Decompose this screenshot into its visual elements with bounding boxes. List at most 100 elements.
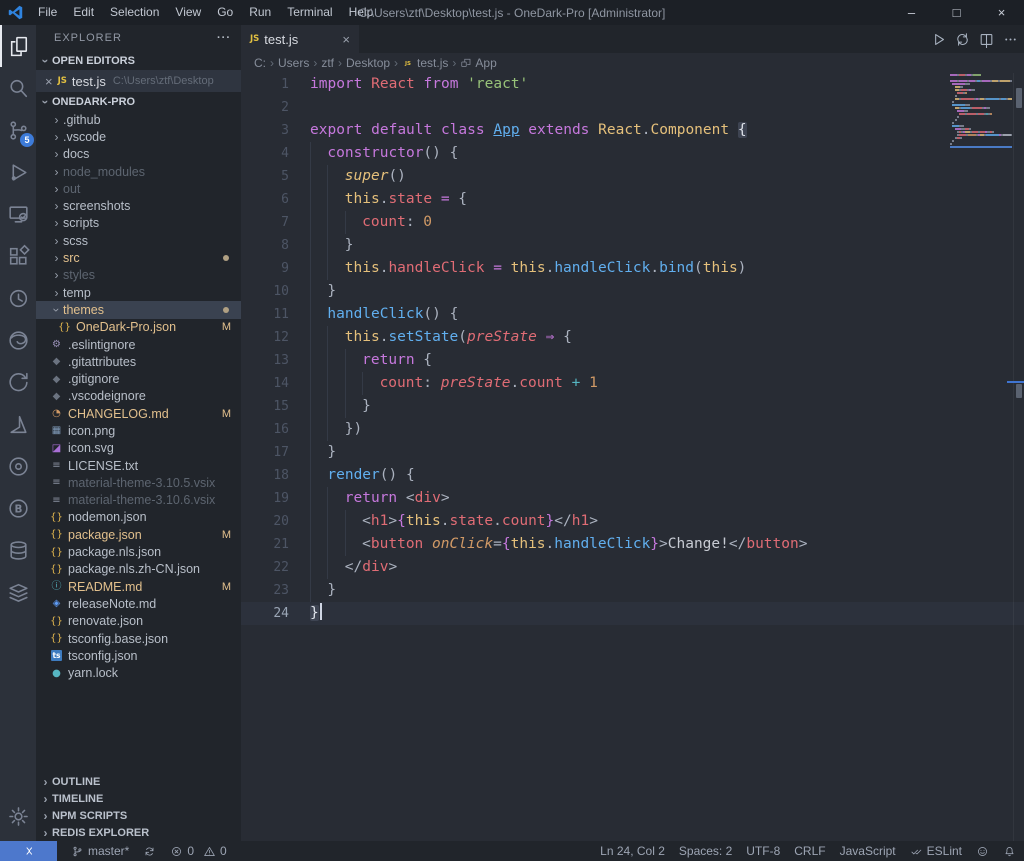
breadcrumb-item-ztf[interactable]: ztf (321, 56, 334, 70)
breadcrumb-item-test-js[interactable]: JStest.js (402, 56, 448, 70)
git-branch[interactable]: master* (71, 844, 129, 858)
menu-help[interactable]: Help (341, 5, 382, 19)
database-icon[interactable] (0, 529, 36, 571)
sync-changes[interactable] (143, 845, 156, 858)
redo-arrow-icon[interactable] (0, 361, 36, 403)
line-number[interactable]: 14 (241, 372, 310, 395)
menu-run[interactable]: Run (241, 5, 279, 19)
run-or-debug-icon[interactable] (954, 31, 971, 48)
more-actions-icon[interactable] (1002, 31, 1019, 48)
file-package-nls-json[interactable]: {}package.nls.json (36, 543, 241, 560)
extensions-icon[interactable] (0, 235, 36, 277)
code-editor[interactable]: 1import React from 'react'23export defau… (241, 73, 1024, 625)
file-package-nls-zh-cn-json[interactable]: {}package.nls.zh-CN.json (36, 561, 241, 578)
remote-explorer-icon[interactable] (0, 193, 36, 235)
line-number[interactable]: 13 (241, 349, 310, 372)
file-package-json[interactable]: {}package.jsonM (36, 526, 241, 543)
line-number[interactable]: 4 (241, 142, 310, 165)
minimap-slider[interactable] (1016, 88, 1022, 108)
redis-layers-icon[interactable] (0, 571, 36, 613)
line-number[interactable]: 23 (241, 579, 310, 602)
open-editors-section[interactable]: › OPEN EDITORS (36, 51, 241, 70)
minimize-button[interactable]: – (889, 0, 934, 25)
maximize-button[interactable]: □ (934, 0, 979, 25)
line-number[interactable]: 15 (241, 395, 310, 418)
language-mode[interactable]: JavaScript (840, 844, 896, 858)
line-number[interactable]: 3 (241, 119, 310, 142)
coin-icon[interactable]: B (0, 487, 36, 529)
eol-sequence[interactable]: CRLF (794, 844, 825, 858)
section-outline[interactable]: ›OUTLINE (36, 773, 241, 790)
file-tsconfig-base-json[interactable]: {}tsconfig.base.json (36, 630, 241, 647)
edge-browser-icon[interactable] (0, 319, 36, 361)
file-yarn-lock[interactable]: ●yarn.lock (36, 665, 241, 682)
close-icon[interactable]: × (45, 74, 53, 89)
file-material-theme-3-10-6-vsix[interactable]: ≡material-theme-3.10.6.vsix (36, 492, 241, 509)
line-number[interactable]: 12 (241, 326, 310, 349)
azure-icon[interactable] (0, 403, 36, 445)
file-license-txt[interactable]: ≡LICENSE.txt (36, 457, 241, 474)
file--vscodeignore[interactable]: ◆.vscodeignore (36, 388, 241, 405)
line-number[interactable]: 6 (241, 188, 310, 211)
split-editor-icon[interactable] (978, 31, 995, 48)
search-icon[interactable] (0, 67, 36, 109)
run-debug-icon[interactable] (0, 151, 36, 193)
line-number[interactable]: 19 (241, 487, 310, 510)
section-npm-scripts[interactable]: ›NPM SCRIPTS (36, 807, 241, 824)
open-editor-test-js[interactable]: × JS test.js C:\Users\ztf\Desktop (36, 70, 241, 92)
test-clock-icon[interactable] (0, 277, 36, 319)
problems[interactable]: 00 (170, 844, 226, 858)
line-number[interactable]: 16 (241, 418, 310, 441)
file-icon-png[interactable]: ▦icon.png (36, 422, 241, 439)
line-number[interactable]: 22 (241, 556, 310, 579)
file--eslintignore[interactable]: ⚙.eslintignore (36, 336, 241, 353)
file-renovate-json[interactable]: {}renovate.json (36, 613, 241, 630)
code-runner-icon[interactable] (0, 445, 36, 487)
folder-src[interactable]: ›src (36, 249, 241, 266)
menu-file[interactable]: File (30, 5, 65, 19)
line-number[interactable]: 8 (241, 234, 310, 257)
folder-node-modules[interactable]: ›node_modules (36, 163, 241, 180)
folder-out[interactable]: ›out (36, 180, 241, 197)
line-number[interactable]: 18 (241, 464, 310, 487)
remote-indicator[interactable] (0, 841, 57, 861)
file-readme-md[interactable]: ⓘREADME.mdM (36, 578, 241, 595)
folder-themes[interactable]: ›themes (36, 301, 241, 318)
line-number[interactable]: 7 (241, 211, 310, 234)
menu-terminal[interactable]: Terminal (279, 5, 340, 19)
folder-temp[interactable]: ›temp (36, 284, 241, 301)
file--gitignore[interactable]: ◆.gitignore (36, 370, 241, 387)
indentation[interactable]: Spaces: 2 (679, 844, 732, 858)
file-onedark-pro-json[interactable]: {}OneDark-Pro.jsonM (36, 319, 241, 336)
file-changelog-md[interactable]: ◔CHANGELOG.mdM (36, 405, 241, 422)
folder--vscode[interactable]: ›.vscode (36, 128, 241, 145)
encoding[interactable]: UTF-8 (746, 844, 780, 858)
menu-edit[interactable]: Edit (65, 5, 102, 19)
line-number[interactable]: 2 (241, 96, 310, 119)
line-number[interactable]: 1 (241, 73, 310, 96)
breadcrumb-item-app[interactable]: App (460, 56, 496, 70)
line-number[interactable]: 20 (241, 510, 310, 533)
feedback[interactable] (976, 845, 989, 858)
file-icon-svg[interactable]: ◪icon.svg (36, 440, 241, 457)
folder--github[interactable]: ›.github (36, 111, 241, 128)
menu-view[interactable]: View (167, 5, 209, 19)
folder-screenshots[interactable]: ›screenshots (36, 197, 241, 214)
line-number[interactable]: 24 (241, 602, 310, 625)
tab-test-js[interactable]: JS test.js × (241, 25, 359, 53)
cursor-position[interactable]: Ln 24, Col 2 (600, 844, 665, 858)
close-button[interactable]: × (979, 0, 1024, 25)
file-nodemon-json[interactable]: {}nodemon.json (36, 509, 241, 526)
file-material-theme-3-10-5-vsix[interactable]: ≡material-theme-3.10.5.vsix (36, 474, 241, 491)
files-icon[interactable] (0, 25, 36, 67)
breadcrumb-item-users[interactable]: Users (278, 56, 309, 70)
tab-close-icon[interactable]: × (342, 32, 350, 47)
breadcrumb-item-c-[interactable]: C: (254, 56, 266, 70)
source-control-icon[interactable]: 5 (0, 109, 36, 151)
notifications[interactable] (1003, 845, 1016, 858)
file-tsconfig-json[interactable]: tstsconfig.json (36, 647, 241, 664)
settings-gear-icon[interactable] (0, 795, 36, 837)
section-redis-explorer[interactable]: ›REDIS EXPLORER (36, 824, 241, 841)
line-number[interactable]: 10 (241, 280, 310, 303)
run-icon[interactable] (930, 31, 947, 48)
